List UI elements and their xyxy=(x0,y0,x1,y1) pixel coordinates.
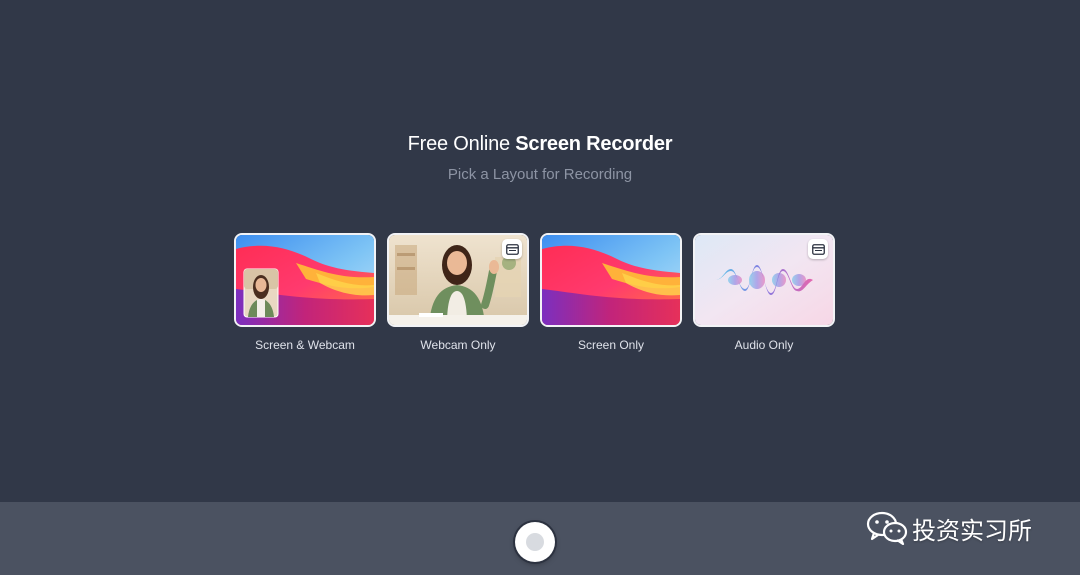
layout-card-audio-only[interactable] xyxy=(693,233,835,327)
screen-thumbnail xyxy=(542,235,680,325)
window-icon xyxy=(811,243,825,255)
layout-card-screen-only[interactable] xyxy=(540,233,682,327)
window-icon xyxy=(505,243,519,255)
window-badge[interactable] xyxy=(808,239,828,259)
webcam-overlay xyxy=(243,268,279,318)
bottom-control-bar: 投资实习所 xyxy=(0,502,1080,575)
layout-label-screen-only: Screen Only xyxy=(577,338,645,352)
watermark-text: 投资实习所 xyxy=(912,516,1032,545)
window-badge[interactable] xyxy=(502,239,522,259)
layout-label-webcam-only: Webcam Only xyxy=(420,338,496,352)
record-button[interactable] xyxy=(515,522,555,562)
screen-webcam-thumbnail xyxy=(236,235,374,325)
layout-card-webcam-only[interactable] xyxy=(387,233,529,327)
wechat-icon xyxy=(866,511,908,545)
layout-label-audio-only: Audio Only xyxy=(734,338,794,352)
page-title: Free Online Screen Recorder xyxy=(0,133,1080,156)
title-prefix: Free Online xyxy=(407,133,510,155)
watermark: 投资实习所 xyxy=(866,510,1032,546)
layout-picker-panel: Free Online Screen Recorder Pick a Layou… xyxy=(0,0,1080,502)
title-strong: Screen Recorder xyxy=(515,133,673,155)
record-icon xyxy=(526,533,544,551)
layout-label-screen-webcam: Screen & Webcam xyxy=(255,338,355,352)
page-subtitle: Pick a Layout for Recording xyxy=(447,166,633,183)
layout-card-screen-webcam[interactable] xyxy=(234,233,376,327)
